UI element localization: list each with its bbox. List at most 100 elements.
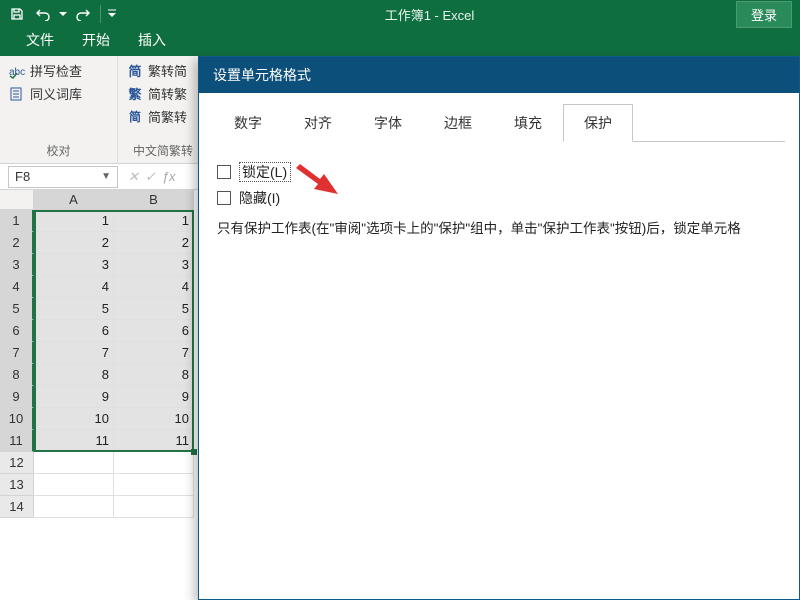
customize-icon <box>108 9 116 19</box>
row-header[interactable]: 2 <box>0 232 34 254</box>
lock-checkbox-row[interactable]: 锁定(L) <box>217 162 781 182</box>
spell-check-label: 拼写检查 <box>30 61 82 80</box>
lock-label: 锁定(L) <box>239 162 291 182</box>
cell[interactable]: 1 <box>114 210 194 232</box>
fill-handle[interactable] <box>191 449 197 455</box>
select-all-corner[interactable] <box>0 190 34 210</box>
row-header[interactable]: 4 <box>0 276 34 298</box>
row-header[interactable]: 11 <box>0 430 34 452</box>
ribbon-tabs: 文件 开始 插入 <box>0 28 800 56</box>
row-header[interactable]: 13 <box>0 474 34 496</box>
trad-to-simp-button[interactable]: 简 繁转简 <box>124 60 202 81</box>
format-cells-dialog: 设置单元格格式 数字 对齐 字体 边框 填充 保护 锁定(L) 隐藏(I) 只有… <box>198 56 800 600</box>
lock-checkbox[interactable] <box>217 165 231 179</box>
cell[interactable]: 8 <box>114 364 194 386</box>
simp-to-trad-icon: 繁 <box>126 85 144 103</box>
cell[interactable]: 11 <box>114 430 194 452</box>
row-header[interactable]: 5 <box>0 298 34 320</box>
group-proofing-label: 校对 <box>6 140 111 161</box>
confirm-icon[interactable]: ✓ <box>145 169 156 185</box>
cell[interactable]: 11 <box>34 430 114 452</box>
cell[interactable]: 10 <box>34 408 114 430</box>
trad-to-simp-label: 繁转简 <box>148 61 187 80</box>
qat-divider <box>100 5 101 23</box>
thesaurus-icon <box>8 85 26 103</box>
undo-icon <box>35 7 51 21</box>
protection-description: 只有保护工作表(在"审阅"选项卡上的"保护"组中，单击"保护工作表"按钮)后，锁… <box>217 218 781 241</box>
cell[interactable] <box>114 452 194 474</box>
cell[interactable]: 3 <box>34 254 114 276</box>
qat-customize[interactable] <box>107 3 117 25</box>
cell[interactable]: 4 <box>114 276 194 298</box>
spell-check-button[interactable]: abc 拼写检查 <box>6 60 111 81</box>
cancel-icon[interactable]: ✕ <box>128 169 139 185</box>
cell[interactable]: 6 <box>34 320 114 342</box>
tab-home[interactable]: 开始 <box>68 25 124 56</box>
cell[interactable]: 2 <box>34 232 114 254</box>
row-header[interactable]: 12 <box>0 452 34 474</box>
group-simptrad: 简 繁转简 繁 简转繁 简 简繁转 中文简繁转 <box>118 56 208 163</box>
row-header[interactable]: 8 <box>0 364 34 386</box>
cell[interactable]: 10 <box>114 408 194 430</box>
hide-checkbox-row[interactable]: 隐藏(I) <box>217 188 781 208</box>
cell[interactable]: 3 <box>114 254 194 276</box>
redo-icon <box>75 7 91 21</box>
tab-fill[interactable]: 填充 <box>493 104 563 142</box>
tab-border[interactable]: 边框 <box>423 104 493 142</box>
simp-to-trad-button[interactable]: 繁 简转繁 <box>124 83 202 104</box>
tab-font[interactable]: 字体 <box>353 104 423 142</box>
hide-checkbox[interactable] <box>217 191 231 205</box>
cell[interactable]: 1 <box>34 210 114 232</box>
col-header-A[interactable]: A <box>34 190 114 210</box>
row-header[interactable]: 9 <box>0 386 34 408</box>
simp-trad-convert-label: 简繁转 <box>148 107 187 126</box>
tab-alignment[interactable]: 对齐 <box>283 104 353 142</box>
cell[interactable]: 5 <box>34 298 114 320</box>
simp-trad-convert-button[interactable]: 简 简繁转 <box>124 106 202 127</box>
cell[interactable] <box>114 474 194 496</box>
cell[interactable] <box>34 474 114 496</box>
row-header[interactable]: 14 <box>0 496 34 518</box>
cell[interactable]: 7 <box>34 342 114 364</box>
save-button[interactable] <box>6 3 28 25</box>
cell[interactable]: 6 <box>114 320 194 342</box>
hide-label: 隐藏(I) <box>239 188 280 208</box>
tab-insert[interactable]: 插入 <box>124 25 180 56</box>
col-header-B[interactable]: B <box>114 190 194 210</box>
cell[interactable]: 8 <box>34 364 114 386</box>
row-header[interactable]: 1 <box>0 210 34 232</box>
name-box-value: F8 <box>15 169 30 184</box>
cell[interactable]: 9 <box>114 386 194 408</box>
group-proofing: abc 拼写检查 同义词库 校对 <box>0 56 118 163</box>
cell[interactable] <box>34 496 114 518</box>
cell[interactable]: 4 <box>34 276 114 298</box>
group-simptrad-label: 中文简繁转 <box>124 140 202 161</box>
thesaurus-label: 同义词库 <box>30 84 82 103</box>
cell[interactable]: 2 <box>114 232 194 254</box>
formula-bar-buttons: ✕ ✓ ƒx <box>122 169 182 185</box>
row-header[interactable]: 6 <box>0 320 34 342</box>
fx-icon[interactable]: ƒx <box>162 169 176 185</box>
name-box[interactable]: F8 ▼ <box>8 166 118 188</box>
undo-dropdown[interactable] <box>58 3 68 25</box>
window-title: 工作簿1 - Excel <box>123 5 736 24</box>
row-header[interactable]: 10 <box>0 408 34 430</box>
thesaurus-button[interactable]: 同义词库 <box>6 83 111 104</box>
cell[interactable]: 7 <box>114 342 194 364</box>
undo-button[interactable] <box>32 3 54 25</box>
row-header[interactable]: 3 <box>0 254 34 276</box>
login-button[interactable]: 登录 <box>736 1 792 28</box>
dialog-title[interactable]: 设置单元格格式 <box>199 57 799 93</box>
tab-protection[interactable]: 保护 <box>563 104 633 142</box>
dialog-tabs: 数字 对齐 字体 边框 填充 保护 <box>213 103 785 141</box>
simp-to-trad-label: 简转繁 <box>148 84 187 103</box>
cell[interactable] <box>114 496 194 518</box>
row-header[interactable]: 7 <box>0 342 34 364</box>
cell[interactable]: 5 <box>114 298 194 320</box>
cell[interactable]: 9 <box>34 386 114 408</box>
cell[interactable] <box>34 452 114 474</box>
dialog-body: 锁定(L) 隐藏(I) 只有保护工作表(在"审阅"选项卡上的"保护"组中，单击"… <box>199 142 799 255</box>
tab-number[interactable]: 数字 <box>213 104 283 142</box>
redo-button[interactable] <box>72 3 94 25</box>
tab-file[interactable]: 文件 <box>12 25 68 56</box>
